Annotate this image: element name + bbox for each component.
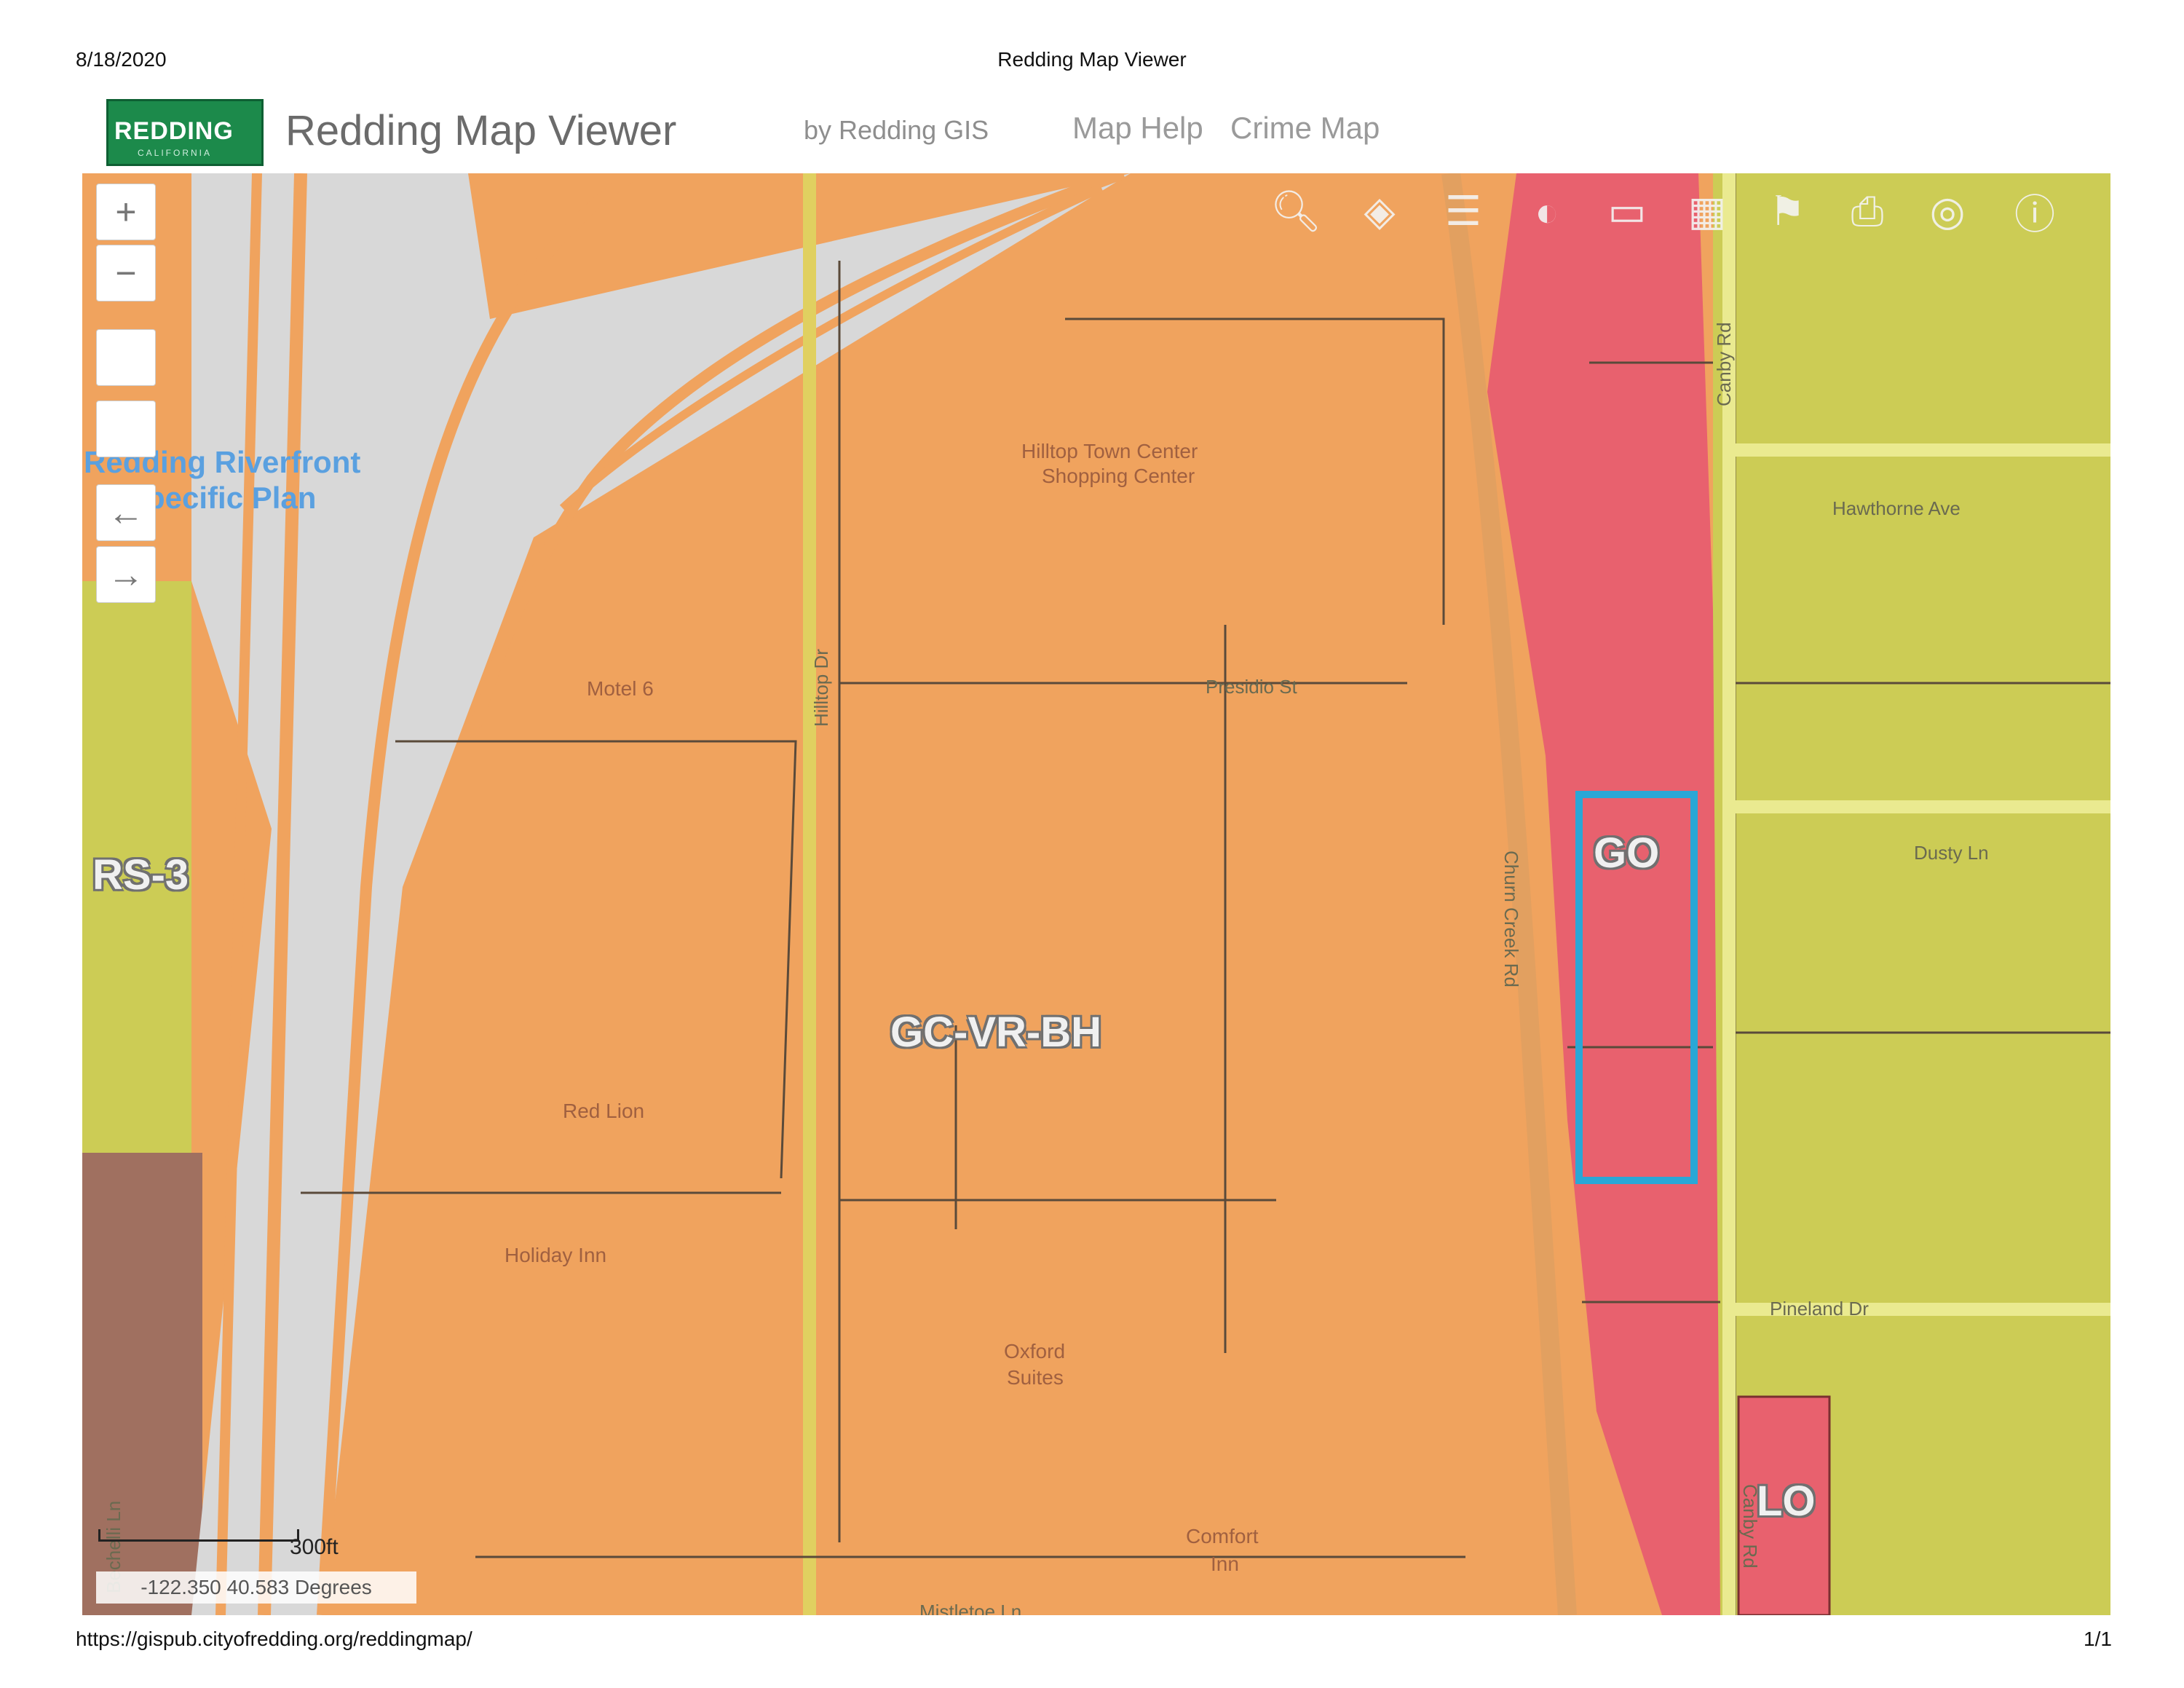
street-presidio: Presidio St [1206,676,1297,698]
layers-icon[interactable]: ◈ [1354,186,1405,237]
locate-button[interactable] [96,401,156,457]
hilltop-center-label-2: Shopping Center [1042,465,1195,487]
red-lion-label: Red Lion [563,1100,645,1122]
zoom-out-button[interactable]: − [96,245,156,301]
street-hilltop-dr: Hilltop Dr [810,649,832,727]
motel6-label: Motel 6 [587,677,654,700]
byline: by Redding GIS [804,115,989,145]
back-button[interactable]: ← [96,484,156,541]
forward-button[interactable]: → [96,546,156,603]
logo-subtext: CALIFORNIA [138,148,213,158]
print-icon[interactable]: ⎙ [1842,186,1893,237]
zone-label-lo: LO [1757,1478,1816,1525]
map-canvas[interactable]: Redding Riverfront Specific Plan RS-3 GC… [82,173,2110,1615]
map-help-link[interactable]: Map Help [1072,111,1203,146]
search-icon[interactable]: 🔍︎ [1270,186,1321,237]
street-canby-top: Canby Rd [1713,322,1735,406]
zone-label-go: GO [1594,829,1660,877]
app-title: Redding Map Viewer [285,107,677,154]
map-graphics [82,173,2110,1615]
location-icon[interactable]: ◎ [1922,186,1973,237]
zone-label-rs3: RS-3 [92,851,189,899]
holiday-inn-label: Holiday Inn [505,1244,607,1266]
street-dusty: Dusty Ln [1914,842,1989,864]
legend-icon[interactable]: ☰ [1438,186,1489,237]
zoom-in-button[interactable]: + [96,184,156,240]
bookmark-icon[interactable]: ⚑ [1762,186,1813,237]
logo-text: REDDING [114,117,234,145]
oxford-suites-label-2: Suites [1007,1366,1064,1389]
street-mistletoe: Mistletoe Ln [919,1601,1022,1615]
brown-zone [82,1153,202,1615]
street-churn-creek: Churn Creek Rd [1500,851,1522,987]
comfort-inn-label-1: Comfort [1186,1525,1259,1547]
print-page-number: 1/1 [2084,1628,2112,1650]
street-canby-bottom: Canby Rd [1739,1484,1761,1569]
basemap-icon[interactable]: ◐ [1522,186,1572,237]
comfort-inn-label-2: Inn [1211,1553,1239,1575]
print-url: https://gispub.cityofredding.org/redding… [76,1628,472,1650]
zone-label-gc: GC-VR-BH [890,1009,1101,1056]
coordinates-readout: -122.350 40.583 Degrees [96,1571,416,1604]
oxford-suites-label-1: Oxford [1004,1340,1066,1362]
print-title: Redding Map Viewer [997,48,1187,71]
city-logo[interactable]: REDDING CALIFORNIA [106,99,264,166]
grid-icon[interactable]: ▦ [1682,186,1733,237]
measure-icon[interactable]: ▭ [1602,186,1653,237]
crime-map-link[interactable]: Crime Map [1230,111,1380,146]
info-icon[interactable]: ⓘ [2009,186,2060,237]
scale-label: 300ft [290,1535,339,1559]
scale-bar [98,1529,299,1542]
street-hawthorne: Hawthorne Ave [1832,497,1961,519]
street-pineland: Pineland Dr [1770,1298,1869,1320]
home-button[interactable] [96,329,156,386]
hilltop-road-line [803,173,816,1615]
hilltop-center-label-1: Hilltop Town Center [1021,440,1198,462]
